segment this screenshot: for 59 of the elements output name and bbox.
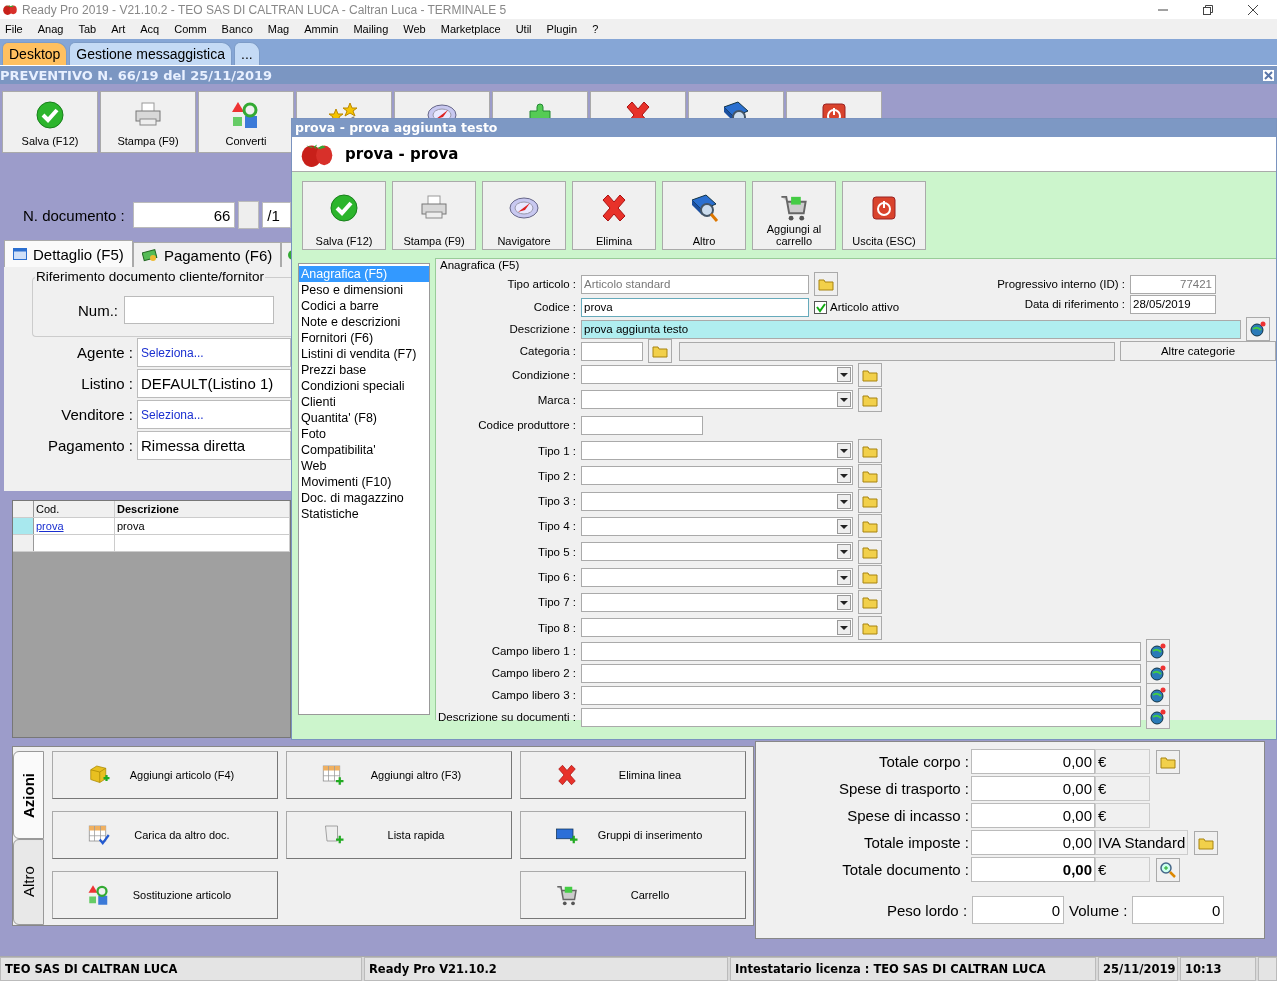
currency-field: IVA Standard <box>1095 830 1189 855</box>
dialog-title: prova - prova aggiunta testo <box>292 119 1276 137</box>
field-label: Spese di incasso : <box>846 807 970 824</box>
field-label: Totale imposte : <box>862 834 970 851</box>
field-label: Tipo 4 : <box>537 520 576 533</box>
field-label: Condizione : <box>511 368 576 381</box>
field-label: Campo libero 1 : <box>490 645 576 658</box>
currency-field: € <box>1095 776 1150 801</box>
field-label: Peso lordo : <box>887 901 968 919</box>
table-cell: prova <box>115 518 290 534</box>
field-label: Tipo 6 : <box>537 571 576 583</box>
field-label: Categoria : <box>518 345 576 357</box>
column-header: Cod. <box>34 501 115 517</box>
amount-field: 0,00 <box>971 749 1095 774</box>
dialog-heading: prova - prova <box>345 145 459 163</box>
field-label: Tipo 7 : <box>537 596 576 609</box>
column-header: Descrizione <box>115 501 290 517</box>
field-label: Volume : <box>1069 901 1128 919</box>
currency-field: € <box>1095 803 1150 828</box>
field-label: Campo libero 3 : <box>490 689 576 702</box>
status-cell: 25/11/2019 <box>1098 957 1178 981</box>
currency-field: € <box>1095 857 1150 882</box>
field-label: Descrizione su documenti : <box>436 711 576 724</box>
checkbox-label: Articolo attivo <box>830 301 900 313</box>
status-cell: Ready Pro V21.10.2 <box>364 957 728 981</box>
field-label: Totale corpo : <box>877 753 970 770</box>
field-label: N. documento : <box>23 206 125 224</box>
field-label: Tipo 2 : <box>537 469 576 482</box>
amount-field: 0,00 <box>971 830 1095 855</box>
status-cell: 10:13 <box>1180 957 1256 981</box>
field-label: Tipo 8 : <box>537 621 576 634</box>
field-label: Tipo 5 : <box>537 545 576 558</box>
field-label: Totale documento : <box>841 861 970 878</box>
field-label: Venditore : <box>60 406 134 423</box>
field-label: Descrizione : <box>508 323 576 335</box>
amount-field: 0,00 <box>971 776 1095 801</box>
document-title: PREVENTIVO N. 66/19 del 25/11/2019 <box>0 67 273 83</box>
field-label: Listino : <box>80 375 134 392</box>
field-label: Marca : <box>536 393 576 406</box>
field-label: Tipo articolo : <box>506 278 576 290</box>
group-title: Riferimento documento cliente/fornitor <box>35 269 266 284</box>
amount-field: 0,00 <box>971 857 1095 882</box>
field-label: Tipo 1 : <box>537 444 576 457</box>
window-title: Ready Pro 2019 - V21.10.2 - TEO SAS DI CALTRAN LUCA - Caltran Luca - TERMINALE 5 <box>22 2 507 17</box>
field-label: Data di riferimento : <box>1024 298 1125 310</box>
group-title: Anagrafica (F5) <box>440 259 520 271</box>
field-label: Tipo 3 : <box>537 495 576 508</box>
field-label: Campo libero 2 : <box>490 667 576 680</box>
field-label: Codice : <box>532 301 576 313</box>
field-label: Spese di trasporto : <box>837 780 970 797</box>
field-label: Progressivo interno (ID) : <box>997 278 1125 290</box>
field-label: Num.: <box>78 301 118 319</box>
currency-field: € <box>1095 749 1150 774</box>
field-label: Codice produttore : <box>477 419 576 432</box>
field-label: Agente : <box>76 344 134 361</box>
status-cell: TEO SAS DI CALTRAN LUCA <box>0 957 362 981</box>
amount-field: 0,00 <box>971 803 1095 828</box>
field-label: Pagamento : <box>46 437 134 454</box>
status-cell: Intestatario licenza : TEO SAS DI CALTRAN LUCA <box>730 957 1096 981</box>
